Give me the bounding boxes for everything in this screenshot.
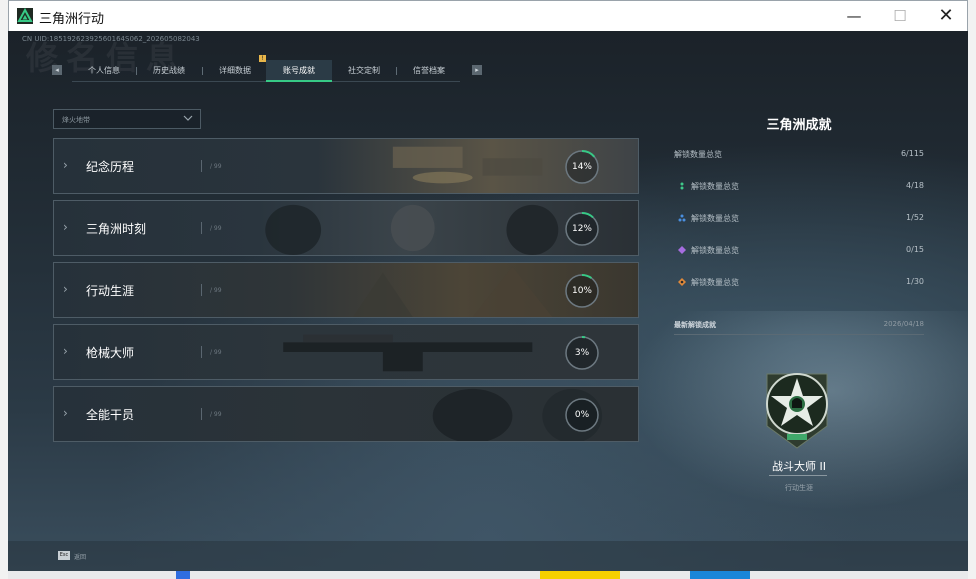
summary-total-value: 6/115 (900, 149, 924, 158)
category-card[interactable]: › 全能干员 / 99 0% (53, 386, 639, 442)
purple-tier-icon (678, 246, 686, 254)
latest-achievement-category: 行动生涯 (785, 484, 813, 492)
category-count-ghost: / 99 (210, 225, 222, 232)
divider (769, 475, 827, 476)
esc-key-hint[interactable]: Esc (58, 551, 70, 560)
card-background-image (54, 263, 638, 317)
window-title: 三角洲行动 (39, 12, 105, 27)
tier-value: 0/15 (906, 245, 924, 254)
latest-achievement-name: 战斗大师 II (772, 460, 826, 473)
tab-reputation[interactable]: 信誉档案 (398, 60, 460, 82)
chevron-right-icon: › (63, 158, 68, 172)
summary-total-label: 解锁数量总览 (674, 150, 722, 159)
chevron-right-icon: › (63, 406, 68, 420)
player-uid: CN UID:18519262392560164S062_20260508204… (22, 35, 200, 43)
gold-tier-icon (678, 278, 686, 286)
card-divider (201, 346, 202, 358)
minimize-button[interactable]: — (831, 1, 877, 31)
summary-tier-row: 解锁数量总览 4/18 (674, 181, 924, 195)
tier-label: 解锁数量总览 (691, 214, 739, 223)
game-viewport: 修名信息 CN UID:18519262392560164S062_202605… (8, 31, 968, 571)
tab-prev-button[interactable]: ◂ (52, 65, 62, 75)
divider (674, 334, 924, 335)
blue-tier-icon (678, 214, 686, 222)
category-card[interactable]: › 三角洲时刻 / 99 12% (53, 200, 639, 256)
mode-filter-dropdown[interactable]: 烽火地带 (53, 109, 201, 129)
tier-value: 1/52 (906, 213, 924, 222)
latest-achievement-label: 最新解锁成就 (674, 321, 716, 329)
category-title: 三角洲时刻 (86, 222, 147, 236)
progress-percent: 10% (571, 286, 592, 296)
category-title: 全能干员 (86, 408, 135, 422)
card-background-image (54, 139, 638, 193)
category-card[interactable]: › 枪械大师 / 99 3% (53, 324, 639, 380)
summary-tier-row: 解锁数量总览 1/30 (674, 277, 924, 291)
close-button[interactable]: ✕ (923, 1, 969, 31)
summary-total-row: 解锁数量总览 6/115 (674, 149, 924, 163)
tier-label: 解锁数量总览 (691, 182, 739, 191)
tab-separator (136, 67, 137, 75)
category-count-ghost: / 99 (210, 411, 222, 418)
card-divider (201, 160, 202, 172)
summary-title: 三角洲成就 (766, 118, 832, 133)
tab-notification-badge: ! (259, 55, 266, 62)
card-divider (201, 408, 202, 420)
desktop-item (176, 571, 190, 579)
desktop-background-right (968, 0, 976, 579)
desktop-background-left (0, 0, 8, 579)
tab-social[interactable]: 社交定制 (334, 60, 394, 82)
category-title: 纪念历程 (86, 160, 135, 174)
window-titlebar[interactable]: 三角洲行动 — ☐ ✕ (8, 0, 968, 31)
category-title: 枪械大师 (86, 346, 135, 360)
tab-separator (202, 67, 203, 75)
desktop-item (690, 571, 750, 579)
chevron-right-icon: › (63, 220, 68, 234)
tier-label: 解锁数量总览 (691, 278, 739, 287)
app-logo-icon (17, 8, 33, 24)
latest-achievement-date: 2026/04/18 (883, 320, 924, 328)
progress-percent: 3% (574, 348, 590, 358)
card-divider (201, 284, 202, 296)
card-background-image (54, 325, 638, 379)
category-count-ghost: / 99 (210, 287, 222, 294)
back-label[interactable]: 返回 (74, 552, 86, 561)
bottom-bar (8, 541, 968, 571)
tier-value: 4/18 (906, 181, 924, 190)
progress-percent: 14% (571, 162, 592, 172)
chevron-right-icon: › (63, 344, 68, 358)
progress-percent: 12% (571, 224, 592, 234)
tab-separator (396, 67, 397, 75)
maximize-button[interactable]: ☐ (877, 1, 923, 31)
summary-tier-row: 解锁数量总览 1/52 (674, 213, 924, 227)
category-title: 行动生涯 (86, 284, 135, 298)
category-count-ghost: / 99 (210, 349, 222, 356)
tab-personal-info[interactable]: 个人信息 (74, 60, 134, 82)
category-card[interactable]: › 纪念历程 / 99 14% (53, 138, 639, 194)
desktop-item (540, 571, 620, 579)
chevron-down-icon (183, 115, 193, 121)
progress-percent: 0% (574, 410, 590, 420)
chevron-right-icon: › (63, 282, 68, 296)
tab-history[interactable]: 历史战绩 (138, 60, 200, 82)
desktop-taskbar-strip (8, 571, 968, 579)
card-background-image (54, 387, 638, 441)
achievement-medal-icon[interactable] (761, 364, 833, 450)
card-divider (201, 222, 202, 234)
tier-label: 解锁数量总览 (691, 246, 739, 255)
filter-selected-value: 烽火地带 (62, 116, 90, 124)
tab-detailed-data[interactable]: 详细数据 (204, 60, 266, 82)
green-tier-icon (680, 182, 684, 190)
tab-account-achievements[interactable]: 账号成就 (266, 60, 332, 82)
tier-value: 1/30 (906, 277, 924, 286)
summary-tier-row: 解锁数量总览 0/15 (674, 245, 924, 259)
tab-next-button[interactable]: ▸ (472, 65, 482, 75)
category-card[interactable]: › 行动生涯 / 99 10% (53, 262, 639, 318)
category-count-ghost: / 99 (210, 163, 222, 170)
